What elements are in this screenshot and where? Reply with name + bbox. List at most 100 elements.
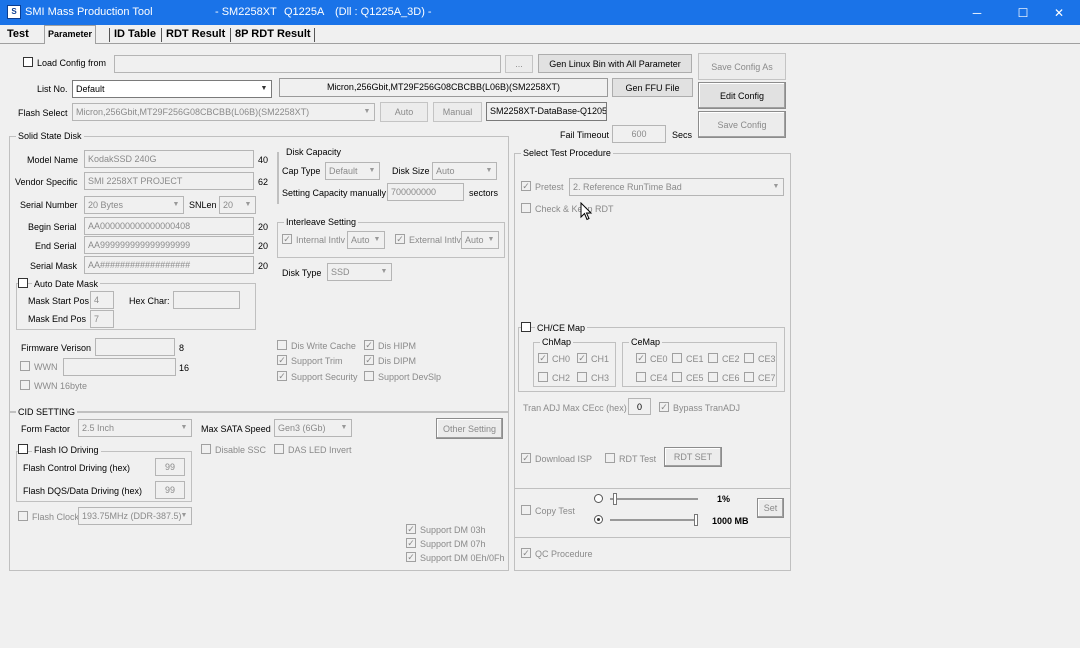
ce2-checkbox[interactable] xyxy=(708,353,718,363)
serial-number-select[interactable]: 20 Bytes ▼ xyxy=(84,196,184,214)
ce3-checkbox[interactable] xyxy=(744,353,754,363)
dm0e-checkbox[interactable]: ✓ xyxy=(406,552,416,562)
ctrl-driving-input[interactable]: 99 xyxy=(155,458,185,476)
tab-8p-rdt-result[interactable]: 8P RDT Result xyxy=(231,26,315,43)
flash-select-label: Flash Select xyxy=(18,108,68,118)
browse-button[interactable]: ... xyxy=(505,55,533,73)
ce6-checkbox[interactable] xyxy=(708,372,718,382)
serial-mask-input[interactable]: AA################## xyxy=(84,256,254,274)
section-divider xyxy=(515,488,790,489)
form-factor-select[interactable]: 2.5 Inch ▼ xyxy=(78,419,192,437)
gen-ffu-button[interactable]: Gen FFU File xyxy=(612,78,693,97)
copy-test-checkbox[interactable] xyxy=(521,505,531,515)
wwn-input[interactable] xyxy=(63,358,176,376)
flash-clock-checkbox[interactable] xyxy=(18,511,28,521)
mask-start-input[interactable]: 4 xyxy=(90,291,114,309)
firmware-version-input[interactable] xyxy=(95,338,175,356)
pretest-checkbox[interactable]: ✓ xyxy=(521,181,531,191)
dm03-checkbox[interactable]: ✓ xyxy=(406,524,416,534)
wwn-16byte-checkbox[interactable] xyxy=(20,380,30,390)
close-button[interactable]: ✕ xyxy=(1036,0,1080,25)
mb-radio[interactable] xyxy=(594,515,603,524)
ch0-checkbox[interactable]: ✓ xyxy=(538,353,548,363)
cap-type-select[interactable]: Default ▼ xyxy=(325,162,380,180)
snlen-select[interactable]: 20 ▼ xyxy=(219,196,256,214)
auto-button[interactable]: Auto xyxy=(380,102,428,122)
set-button[interactable]: Set xyxy=(757,498,784,518)
other-setting-button[interactable]: Other Setting xyxy=(436,418,503,439)
dqs-driving-input[interactable]: 99 xyxy=(155,481,185,499)
download-isp-checkbox[interactable]: ✓ xyxy=(521,453,531,463)
config-path-input[interactable] xyxy=(114,55,501,73)
percent-radio[interactable] xyxy=(594,494,603,503)
pretest-select[interactable]: 2. Reference RunTime Bad ▼ xyxy=(569,178,784,196)
chce-map-checkbox[interactable] xyxy=(521,322,531,332)
bypass-tranadj-checkbox[interactable]: ✓ xyxy=(659,402,669,412)
vendor-specific-input[interactable]: SMI 2258XT PROJECT xyxy=(84,172,254,190)
percent-slider-thumb[interactable] xyxy=(613,493,617,505)
model-name-input[interactable]: KodakSSD 240G xyxy=(84,150,254,168)
rdt-test-checkbox[interactable] xyxy=(605,453,615,463)
tran-adj-input[interactable]: 0 xyxy=(628,398,651,415)
ch2-checkbox[interactable] xyxy=(538,372,548,382)
manual-button[interactable]: Manual xyxy=(433,102,482,122)
flash-clock-select[interactable]: 193.75MHz (DDR-387.5) ▼ xyxy=(78,507,192,525)
save-config-as-button[interactable]: Save Config As xyxy=(698,53,786,80)
external-intlv-select[interactable]: Auto ▼ xyxy=(461,231,499,249)
rdt-set-button[interactable]: RDT SET xyxy=(664,447,722,467)
begin-serial-input[interactable]: AA000000000000000408 xyxy=(84,217,254,235)
load-config-checkbox[interactable] xyxy=(23,57,33,67)
list-no-select[interactable]: Default ▼ xyxy=(72,80,272,98)
title-bar: S SMI Mass Production Tool - SM2258XT Q1… xyxy=(0,0,1080,25)
external-intlv-checkbox[interactable]: ✓ xyxy=(395,234,405,244)
edit-config-button[interactable]: Edit Config xyxy=(698,82,786,109)
ch1-checkbox[interactable]: ✓ xyxy=(577,353,587,363)
support-security-checkbox[interactable]: ✓ xyxy=(277,371,287,381)
ce4-checkbox[interactable] xyxy=(636,372,646,382)
max-sata-select[interactable]: Gen3 (6Gb) ▼ xyxy=(274,419,352,437)
flash-select[interactable]: Micron,256Gbit,MT29F256G08CBCBB(L06B)(SM… xyxy=(72,103,375,121)
tab-id-table[interactable]: ID Table xyxy=(110,26,160,43)
setting-capacity-input[interactable]: 700000000 xyxy=(387,183,464,201)
internal-intlv-value: Auto xyxy=(351,235,370,245)
wwn-checkbox[interactable] xyxy=(20,361,30,371)
internal-intlv-checkbox[interactable]: ✓ xyxy=(282,234,292,244)
tab-test[interactable]: Test xyxy=(3,26,33,43)
internal-intlv-select[interactable]: Auto ▼ xyxy=(347,231,385,249)
check-keep-rdt-checkbox[interactable] xyxy=(521,203,531,213)
tab-parameter[interactable]: Parameter xyxy=(44,25,97,44)
qc-procedure-checkbox[interactable]: ✓ xyxy=(521,548,531,558)
ce0-checkbox[interactable]: ✓ xyxy=(636,353,646,363)
ce5-checkbox[interactable] xyxy=(672,372,682,382)
save-config-button[interactable]: Save Config xyxy=(698,111,786,138)
auto-date-mask-checkbox[interactable] xyxy=(18,278,28,288)
dis-write-cache-checkbox[interactable] xyxy=(277,340,287,350)
mask-end-input[interactable]: 7 xyxy=(90,310,114,328)
ce1-checkbox[interactable] xyxy=(672,353,682,363)
ce7-checkbox[interactable] xyxy=(744,372,754,382)
gen-linux-bin-button[interactable]: Gen Linux Bin with All Parameter xyxy=(538,54,692,73)
hex-char-input[interactable] xyxy=(173,291,240,309)
mb-value: 1000 MB xyxy=(712,516,749,526)
support-trim-checkbox[interactable]: ✓ xyxy=(277,355,287,365)
mb-slider-thumb[interactable] xyxy=(694,514,698,526)
disk-size-select[interactable]: Auto ▼ xyxy=(432,162,497,180)
pretest-label: Pretest xyxy=(535,182,564,192)
disable-ssc-checkbox[interactable] xyxy=(201,444,211,454)
mb-slider-track[interactable] xyxy=(610,519,698,521)
percent-slider-track[interactable] xyxy=(610,498,698,500)
tab-rdt-result[interactable]: RDT Result xyxy=(162,26,229,43)
end-serial-input[interactable]: AA999999999999999999 xyxy=(84,236,254,254)
fail-timeout-input[interactable]: 600 xyxy=(612,125,666,143)
dm07-checkbox[interactable]: ✓ xyxy=(406,538,416,548)
ch3-checkbox[interactable] xyxy=(577,372,587,382)
minimize-button[interactable]: ─ xyxy=(954,0,1000,25)
flash-select-value: Micron,256Gbit,MT29F256G08CBCBB(L06B)(SM… xyxy=(76,107,310,117)
support-devslp-checkbox[interactable] xyxy=(364,371,374,381)
das-led-checkbox[interactable] xyxy=(274,444,284,454)
chevron-down-icon: ▼ xyxy=(772,183,780,190)
flash-io-checkbox[interactable] xyxy=(18,444,28,454)
dis-dipm-checkbox[interactable]: ✓ xyxy=(364,355,374,365)
disk-type-select[interactable]: SSD ▼ xyxy=(327,263,392,281)
dis-hipm-checkbox[interactable]: ✓ xyxy=(364,340,374,350)
